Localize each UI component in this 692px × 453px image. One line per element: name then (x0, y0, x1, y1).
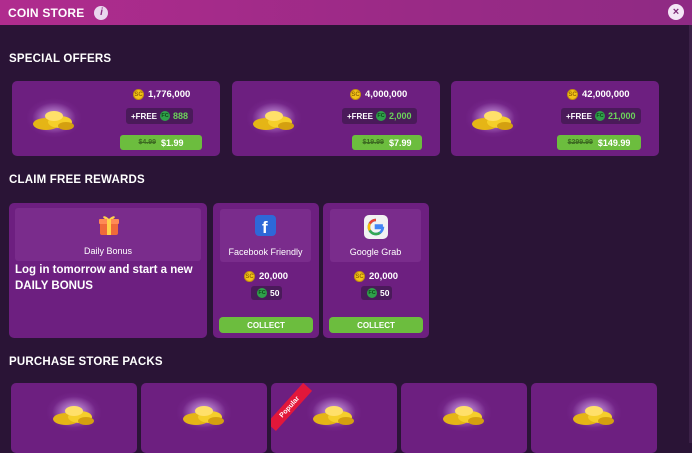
purchase-store-packs-heading: PURCHASE STORE PACKS (9, 356, 163, 368)
google-reward-card: Google Grab SC 20,000 FC 50 COLLECT (323, 203, 429, 338)
coin-amount: SC 1,776,000 (133, 89, 191, 100)
facebook-icon: f (255, 215, 276, 236)
coin-amount: SC 42,000,000 (567, 89, 630, 100)
google-icon (364, 215, 388, 239)
coin-icon: SC (567, 89, 578, 100)
coin-pile-icon (573, 406, 614, 425)
info-icon[interactable]: i (94, 5, 109, 20)
coin-pile-icon (53, 406, 94, 425)
offer-card[interactable]: SC 4,000,000 +FREE FC 2,000 $19.99 $7.99 (232, 81, 440, 156)
coin-icon: SC (354, 271, 365, 282)
buy-button[interactable]: $19.99 $7.99 (352, 135, 422, 150)
offer-card[interactable]: SC 42,000,000 +FREE FC 21,000 $299.99 $1… (451, 81, 659, 156)
gem-icon: FC (160, 111, 171, 121)
coin-icon: SC (350, 89, 361, 100)
coin-amount: SC 4,000,000 (350, 89, 408, 100)
daily-bonus-panel: Daily Bonus (15, 208, 201, 261)
gem-icon: FC (367, 288, 377, 298)
coin-icon: SC (244, 271, 255, 282)
coin-pile-icon (472, 111, 513, 130)
daily-bonus-message: Log in tomorrow and start a new DAILY BO… (15, 264, 193, 292)
special-offers-heading: SPECIAL OFFERS (9, 53, 112, 65)
gem-icon: FC (376, 111, 387, 121)
store-title: COIN STORE (8, 5, 85, 20)
buy-button[interactable]: $299.99 $149.99 (557, 135, 641, 150)
facebook-reward-card: f Facebook Friendly SC 20,000 FC 50 COLL… (213, 203, 319, 338)
buy-button[interactable]: $4.99 $1.99 (120, 135, 202, 150)
reward-coin-amount: SC 20,000 (354, 271, 399, 282)
gem-icon: FC (595, 111, 606, 121)
facebook-reward-label: Facebook Friendly (228, 247, 303, 257)
coin-pile-icon (313, 406, 354, 425)
coin-pile-icon (183, 406, 224, 425)
gem-icon: FC (257, 288, 267, 298)
collect-google-button[interactable]: COLLECT (329, 317, 423, 333)
reward-gem-pill: FC 50 (251, 286, 283, 300)
free-bonus-pill: +FREE FC 2,000 (342, 108, 417, 124)
daily-bonus-card: Daily Bonus Log in tomorrow and start a … (9, 203, 207, 338)
facebook-reward-panel: f Facebook Friendly (220, 209, 311, 262)
collect-facebook-button[interactable]: COLLECT (219, 317, 313, 333)
close-icon[interactable]: × (668, 4, 684, 20)
gift-icon (99, 216, 119, 235)
claim-free-rewards-heading: CLAIM FREE REWARDS (9, 174, 145, 186)
google-reward-panel: Google Grab (330, 209, 421, 262)
free-bonus-pill: +FREE FC 21,000 (561, 108, 641, 124)
reward-gem-pill: FC 50 (361, 286, 393, 300)
coin-pile-icon (443, 406, 484, 425)
free-bonus-pill: +FREE FC 888 (126, 108, 194, 124)
offer-card[interactable]: SC 1,776,000 +FREE FC 888 $4.99 $1.99 (12, 81, 220, 156)
store-header: COIN STORE i × (0, 0, 692, 25)
reward-coin-amount: SC 20,000 (244, 271, 289, 282)
google-reward-label: Google Grab (349, 247, 402, 257)
daily-bonus-label: Daily Bonus (83, 246, 133, 256)
svg-text:f: f (262, 218, 268, 236)
coin-icon: SC (133, 89, 144, 100)
coin-pile-icon (33, 111, 74, 130)
coin-pile-icon (253, 111, 294, 130)
